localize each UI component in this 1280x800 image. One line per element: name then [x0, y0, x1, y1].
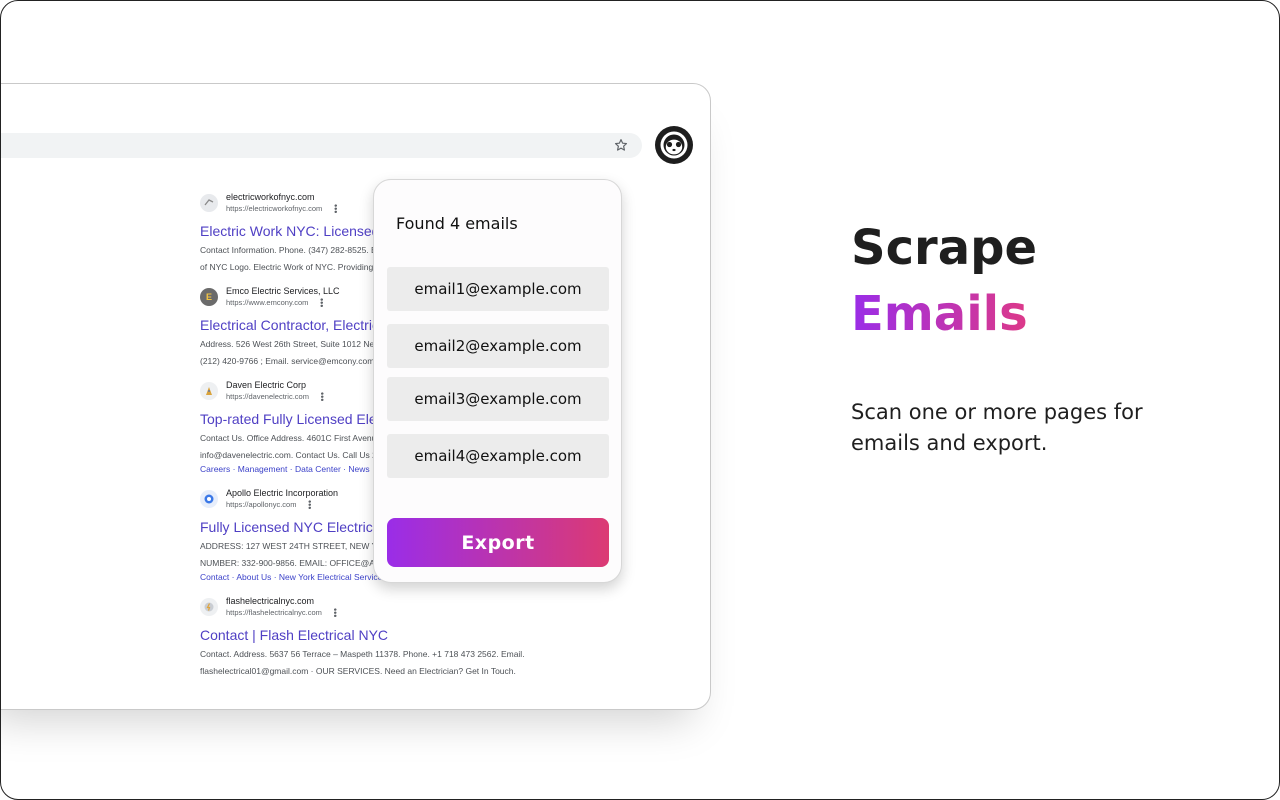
export-button[interactable]: Export — [387, 518, 609, 567]
site-url: https://apollonyc.com — [226, 500, 297, 509]
star-icon[interactable] — [612, 136, 630, 154]
headline-line2: Emails — [851, 281, 1037, 347]
more-options-icon[interactable]: ••• — [304, 500, 314, 509]
more-options-icon[interactable]: ••• — [330, 204, 340, 213]
more-options-icon[interactable]: ••• — [317, 392, 327, 401]
result-snippet: Contact. Address. 5637 56 Terrace – Masp… — [200, 649, 525, 659]
result-snippet: flashelectrical01@gmail.com · OUR SERVIC… — [200, 666, 516, 676]
email-list-item[interactable]: email3@example.com — [387, 377, 609, 421]
site-favicon-icon — [200, 598, 218, 616]
site-name: flashelectricalnyc.com — [226, 596, 315, 606]
email-list-item[interactable]: email2@example.com — [387, 324, 609, 368]
promo-frame: electricworkofnyc.com https://electricwo… — [0, 0, 1280, 800]
email-popup: Found 4 emails email1@example.com email2… — [373, 179, 622, 583]
site-url: https://www.emcony.com — [226, 298, 309, 307]
email-list-item[interactable]: email4@example.com — [387, 434, 609, 478]
site-name: Apollo Electric Incorporation — [226, 488, 339, 498]
email-list-item[interactable]: email1@example.com — [387, 267, 609, 311]
site-name: electricworkofnyc.com — [226, 192, 315, 202]
popup-title: Found 4 emails — [396, 214, 518, 233]
result-title-link[interactable]: Contact | Flash Electrical NYC — [200, 626, 620, 644]
site-name: Emco Electric Services, LLC — [226, 286, 340, 296]
address-bar[interactable] — [1, 133, 642, 158]
site-favicon-icon — [200, 490, 218, 508]
site-favicon-icon — [200, 382, 218, 400]
more-options-icon[interactable]: ••• — [330, 608, 340, 617]
site-favicon-icon: E — [200, 288, 218, 306]
search-result: flashelectricalnyc.com https://flashelec… — [200, 595, 620, 678]
more-options-icon[interactable]: ••• — [316, 298, 326, 307]
site-favicon-icon — [200, 194, 218, 212]
panda-icon[interactable] — [655, 126, 693, 164]
headline: Scrape Emails — [851, 215, 1037, 347]
site-name: Daven Electric Corp — [226, 380, 307, 390]
headline-line1: Scrape — [851, 220, 1037, 276]
site-url: https://electricworkofnyc.com — [226, 204, 323, 213]
site-url: https://flashelectricalnyc.com — [226, 608, 322, 617]
subtitle: Scan one or more pages for emails and ex… — [851, 400, 1143, 455]
site-url: https://davenelectric.com — [226, 392, 309, 401]
